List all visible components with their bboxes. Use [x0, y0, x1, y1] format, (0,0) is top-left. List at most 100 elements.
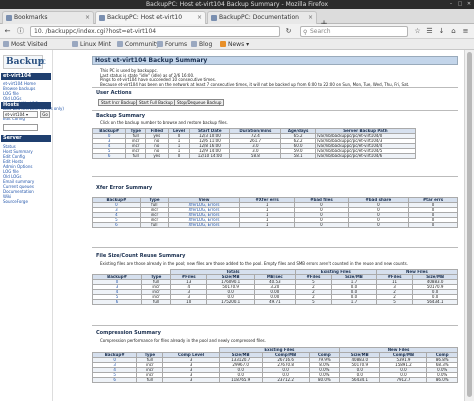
bookmark-most-visited[interactable]: Most Visited [3, 39, 48, 50]
tab-label: BackupPC: Host et-virt10 [107, 14, 183, 21]
info-icon[interactable]: ⓘ [15, 26, 26, 37]
table-row: 6 full yes 0 12/10 14:00 58.8 58.1/var/lib/bac… [91, 153, 417, 159]
minimize-icon[interactable]: – [448, 2, 454, 7]
main-content: Host et-virt104 Backup Summary This PC i… [56, 50, 460, 401]
start-full-backup-button[interactable]: Start Full Backup [136, 99, 176, 106]
close-window-icon[interactable]: ✕ [466, 2, 472, 7]
close-icon[interactable]: × [85, 12, 90, 24]
sidebar-host-header: et-virt104 [1, 73, 51, 80]
table-row: 6 full 10 175200.1 49.71 5 1.7 5 56434.1 [91, 299, 458, 305]
reading-list-icon[interactable]: ☰ [424, 26, 435, 37]
table-cell: full [136, 377, 164, 383]
mint-logo-icon [191, 41, 197, 47]
compression-heading: Compression Summary [96, 330, 161, 336]
table-link[interactable]: XferLOG, Errors [167, 222, 241, 228]
sidebar-server-link[interactable]: SourceForge [3, 199, 28, 204]
table-cell: 5 [375, 299, 414, 305]
table-cell: 0 [294, 222, 349, 228]
table-cell: 7912.7 [379, 377, 428, 383]
bookmark-community[interactable]: Community [117, 39, 160, 50]
table-cell: 0 [167, 153, 191, 159]
page-icon [99, 15, 105, 21]
compression-note: Compression performance for files alread… [100, 338, 266, 343]
file-size-heading: File Size/Count Reuse Summary [96, 253, 186, 259]
table-cell: 58.1 [280, 153, 316, 159]
table-link[interactable]: 6 [91, 299, 143, 305]
tab-label: Bookmarks [14, 14, 48, 21]
url-input[interactable]: 10. /backuppc/index.cgi?host=et-virt104 [30, 26, 280, 37]
tab-host-summary[interactable]: BackupPC: Host et-virt10 × [95, 11, 206, 24]
bookmark-forums[interactable]: Forums [157, 39, 187, 50]
bookmark-news[interactable]: News ▾ [220, 39, 249, 50]
user-actions-heading: User Actions [96, 90, 132, 96]
search-input[interactable]: ⚲ Search [300, 26, 408, 37]
mint-logo-icon [117, 41, 123, 47]
bookmark-star-icon[interactable]: ☆ [412, 26, 423, 37]
table-row: 6 full XferLOG, Errors 1 0 0 0 [92, 222, 458, 228]
bookmarks-toolbar: Most Visited Linux Mint Community Forums… [0, 39, 474, 50]
tab-bookmarks[interactable]: Bookmarks × [2, 11, 94, 24]
bookmark-label: News [228, 41, 245, 48]
mint-logo-icon [72, 41, 78, 47]
close-icon[interactable]: × [197, 12, 202, 24]
tab-label: BackupPC: Documentation [219, 14, 299, 21]
divider [92, 110, 458, 111]
bookmark-blog[interactable]: Blog [191, 39, 212, 50]
home-icon[interactable]: ⌂ [448, 26, 459, 37]
host-search-input[interactable] [3, 124, 38, 131]
search-placeholder: Search [310, 28, 331, 35]
host-select-value: et-virt104 [5, 112, 25, 117]
search-icon: ⚲ [303, 29, 308, 36]
table-cell: 5 [294, 299, 333, 305]
table-cell: 1 [239, 222, 296, 228]
download-icon[interactable]: ↓ [436, 26, 447, 37]
bookmark-label: Most Visited [11, 41, 48, 48]
table-row: 6 full 3 118765.9 23712.2 80.0% 56434.1 7912.7 8… [91, 377, 458, 383]
divider [92, 247, 458, 248]
backuppc-logo[interactable]: Backup PC [3, 55, 46, 69]
table-cell: 80.0% [308, 377, 341, 383]
logo-sub-text: PC [38, 59, 46, 66]
divider [92, 325, 458, 326]
divider [92, 87, 458, 88]
start-incr-backup-button[interactable]: Start Incr Backup [98, 99, 139, 106]
table-cell: 12/10 14:00 [189, 153, 231, 159]
table-cell: 0 [347, 222, 410, 228]
go-button[interactable]: Go [40, 111, 50, 118]
file-size-note: Existing files are those already in the … [100, 261, 408, 266]
table-cell: 23712.2 [261, 377, 310, 383]
maximize-icon[interactable]: □ [457, 2, 463, 7]
xfer-error-table: Backup# Type View #Xfer errs #bad files #bad … [92, 197, 458, 228]
table-link[interactable]: 6 [92, 222, 141, 228]
table-cell: yes [145, 153, 169, 159]
bookmark-label: Forums [165, 41, 188, 48]
sidebar-hosts-header: Hosts [1, 102, 51, 109]
reload-icon[interactable]: ↻ [283, 26, 294, 37]
xfer-error-heading: Xfer Error Summary [96, 185, 153, 191]
page-content: Backup PC et-virt104 et-virt104 Home Brow… [0, 50, 474, 401]
table-cell: full [125, 153, 147, 159]
scrollbar-thumb[interactable] [467, 52, 472, 397]
page-scrollbar[interactable] [464, 50, 474, 401]
backup-summary-heading: Backup Summary [96, 113, 146, 119]
host-select[interactable]: et-virt104 ▾ [3, 111, 38, 118]
table-cell: 56434.1 [339, 377, 381, 383]
table-cell: full [141, 299, 172, 305]
table-link[interactable]: 6 [91, 377, 138, 383]
sidebar-server-header: Server [1, 135, 51, 142]
tab-documentation[interactable]: BackupPC: Documentation × [207, 11, 317, 24]
table-cell: 10 [170, 299, 208, 305]
table-cell: 1.7 [331, 299, 377, 305]
back-icon[interactable]: ← [2, 26, 13, 37]
close-icon[interactable]: × [308, 12, 313, 24]
table-cell: /var/lib/backuppc/pc/et-virt104/6 [314, 153, 417, 159]
stop-dequeue-backup-button[interactable]: Stop/Dequeue Backup [174, 99, 225, 106]
file-size-table: Totals Existing Files New Files Backup# Type… [91, 269, 459, 305]
table-link[interactable]: 6 [91, 153, 127, 159]
page-icon [211, 15, 217, 21]
menu-icon[interactable]: ≡ [460, 26, 471, 37]
bookmark-label: Community [125, 41, 160, 48]
bookmark-linux-mint[interactable]: Linux Mint [72, 39, 111, 50]
table-cell: 118765.9 [218, 377, 263, 383]
table-cell: full [139, 222, 169, 228]
